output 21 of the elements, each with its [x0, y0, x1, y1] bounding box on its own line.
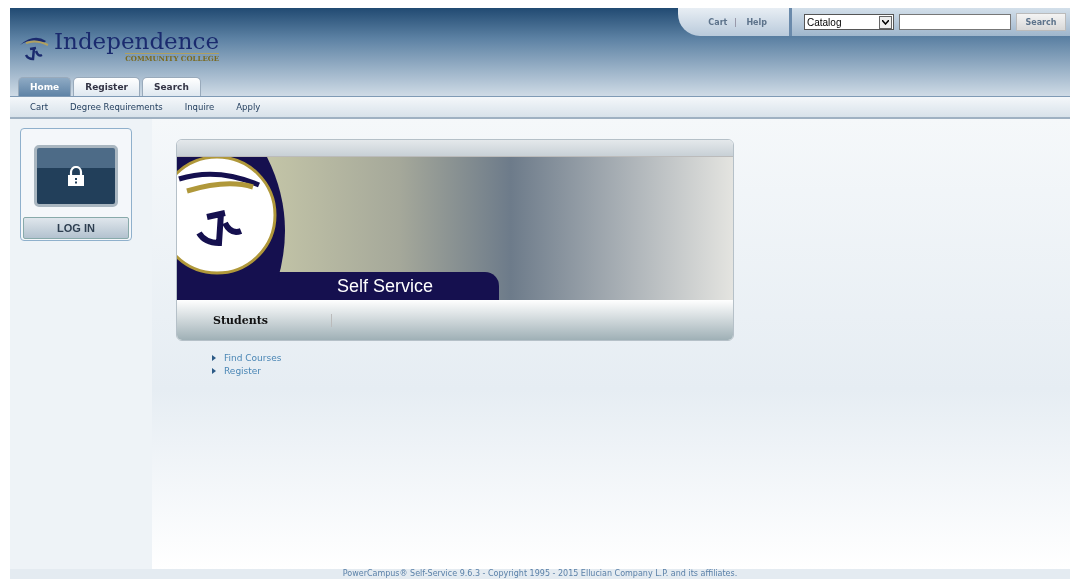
utility-link[interactable]: Cart	[708, 17, 728, 27]
bullet-arrow-icon	[212, 368, 216, 374]
lock-icon	[68, 166, 84, 186]
section-title: Students	[177, 313, 332, 327]
link[interactable]: Register	[224, 366, 262, 376]
subnav-link[interactable]: Cart	[30, 102, 48, 112]
search-button[interactable]: Search	[1016, 13, 1066, 31]
nav-tab[interactable]: Register	[73, 77, 140, 96]
scope-dropdown[interactable]: Catalog	[804, 14, 894, 30]
banner-title: Self Service	[336, 275, 433, 297]
caret-icon	[879, 15, 892, 29]
login-button[interactable]: LOG IN	[23, 217, 129, 239]
subnav-link[interactable]: Apply	[236, 102, 261, 112]
footer-text: PowerCampus® Self-Service 9.6.3 - Copyright 1995 - 2015 Ellucian Company L.P. and its affiliates.	[342, 569, 738, 579]
subnav-link[interactable]: Degree Requirements	[70, 102, 163, 112]
search-field[interactable]	[899, 14, 1011, 30]
bullet-arrow-icon	[212, 355, 216, 361]
subnav-link[interactable]: Inquire	[184, 102, 215, 112]
nav-tab[interactable]: Search	[141, 77, 201, 96]
link[interactable]: Find Courses	[224, 353, 282, 363]
utility-link[interactable]: Help	[735, 17, 767, 27]
